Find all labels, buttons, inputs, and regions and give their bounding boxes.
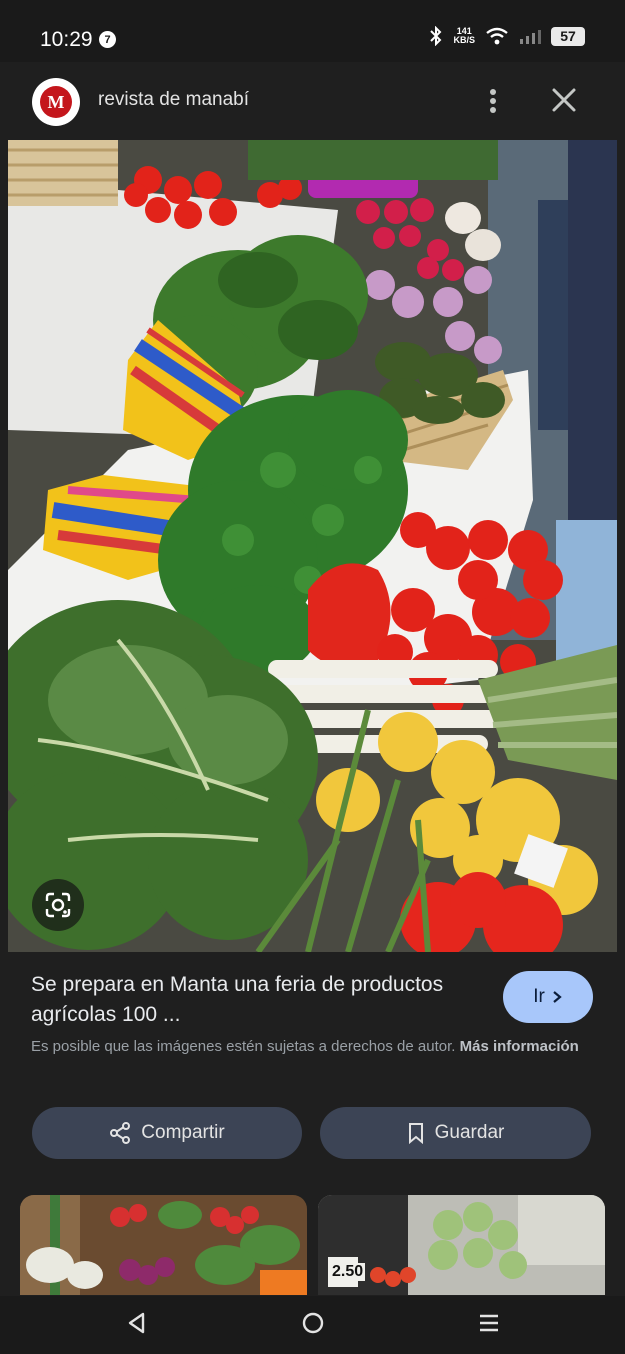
share-button-label: Compartir	[141, 1122, 225, 1143]
share-icon	[110, 1122, 131, 1144]
save-button-label: Guardar	[434, 1122, 505, 1143]
more-vert-icon[interactable]	[478, 84, 508, 118]
related-image-1-picture	[20, 1195, 307, 1295]
wifi-icon	[486, 27, 508, 45]
google-lens-icon	[45, 892, 71, 918]
battery-indicator: 57	[551, 26, 585, 46]
share-button[interactable]: Compartir	[32, 1107, 302, 1159]
home-icon[interactable]	[300, 1310, 326, 1336]
result-header: M revista de manabí	[8, 62, 617, 140]
recents-icon[interactable]	[476, 1310, 502, 1336]
copyright-notice: Es posible que las imágenes estén sujeta…	[31, 1035, 591, 1058]
main-image[interactable]	[8, 140, 617, 952]
network-speed: 141 KB/S	[453, 27, 475, 45]
more-info-link[interactable]: Más información	[460, 1038, 579, 1055]
price-tag: 2.50	[330, 1263, 366, 1281]
related-image-2[interactable]: 2.50	[318, 1195, 605, 1295]
status-bar: 10:29 7 141 KB/S 57	[0, 0, 625, 62]
google-lens-button[interactable]	[32, 879, 84, 931]
produce-illustration	[8, 140, 617, 952]
system-nav-bar	[0, 1296, 625, 1354]
result-title[interactable]: Se prepara en Manta una feria de product…	[31, 970, 471, 1030]
network-speed-unit: KB/S	[453, 35, 475, 45]
close-icon[interactable]	[548, 84, 580, 116]
related-image-1[interactable]	[20, 1195, 307, 1295]
go-button-label: Ir	[533, 986, 545, 1007]
chevron-right-icon	[553, 991, 562, 1003]
copyright-notice-text: Es posible que las imágenes estén sujeta…	[31, 1038, 456, 1055]
status-icons: 141 KB/S 57	[429, 26, 585, 46]
bookmark-icon	[408, 1123, 423, 1144]
signal-icon	[520, 30, 541, 44]
site-logo-mark: M	[40, 86, 72, 118]
save-button[interactable]: Guardar	[320, 1107, 591, 1159]
back-icon[interactable]	[124, 1310, 150, 1336]
go-button[interactable]: Ir	[503, 971, 593, 1023]
site-name[interactable]: revista de manabí	[98, 89, 249, 111]
site-logo[interactable]: M	[32, 78, 80, 126]
notification-badge: 7	[99, 31, 116, 48]
status-time: 10:29	[40, 28, 93, 51]
bluetooth-icon	[430, 26, 442, 46]
